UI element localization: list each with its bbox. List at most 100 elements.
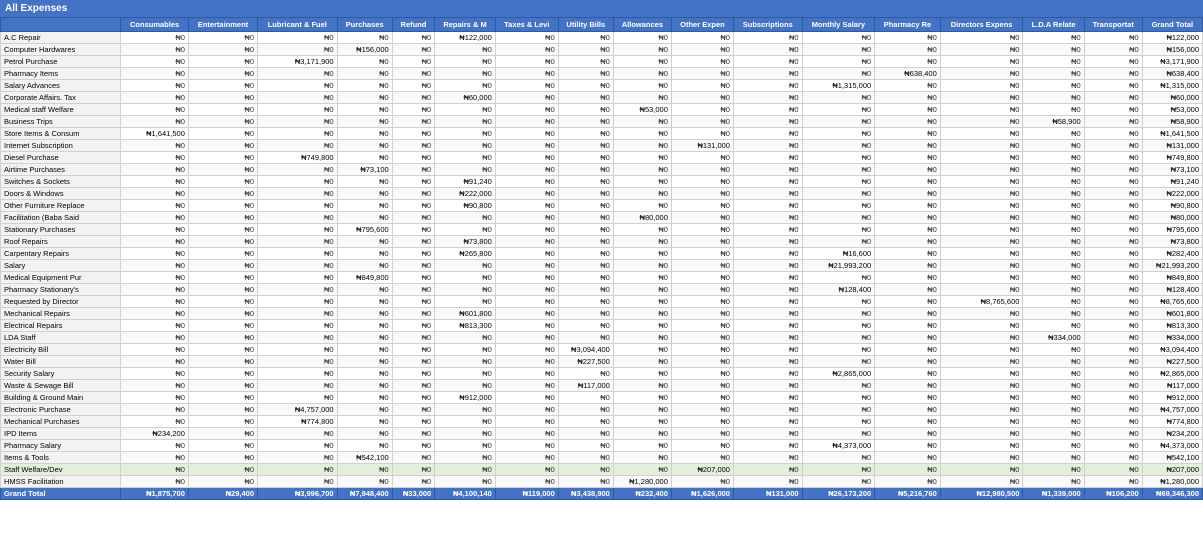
cell-value: ₦222,000 xyxy=(1142,188,1202,200)
row-label: Security Salary xyxy=(1,368,121,380)
cell-value: ₦0 xyxy=(258,128,338,140)
cell-value: ₦0 xyxy=(940,260,1023,272)
cell-value: ₦0 xyxy=(337,32,392,44)
cell-value: ₦0 xyxy=(392,284,435,296)
cell-value: ₦0 xyxy=(337,212,392,224)
cell-value: ₦0 xyxy=(613,128,671,140)
cell-value: ₦0 xyxy=(258,260,338,272)
cell-value: ₦0 xyxy=(671,440,733,452)
cell-value: ₦0 xyxy=(337,464,392,476)
cell-value: ₦0 xyxy=(558,416,613,428)
cell-value: ₦1,315,000 xyxy=(802,80,875,92)
cell-value: ₦0 xyxy=(188,200,257,212)
cell-value: ₦0 xyxy=(613,344,671,356)
table-row: Pharmacy Items₦0₦0₦0₦0₦0₦0₦0₦0₦0₦0₦0₦0₦6… xyxy=(1,68,1203,80)
cell-value: ₦0 xyxy=(337,140,392,152)
cell-value: ₦0 xyxy=(875,212,941,224)
col-header-label xyxy=(1,18,121,32)
cell-value: ₦601,800 xyxy=(1142,308,1202,320)
cell-value: ₦222,000 xyxy=(435,188,496,200)
row-label: Pharmacy Stationary's xyxy=(1,284,121,296)
cell-value: ₦58,900 xyxy=(1142,116,1202,128)
cell-value: ₦0 xyxy=(337,368,392,380)
cell-value: ₦0 xyxy=(188,344,257,356)
cell-value: ₦0 xyxy=(121,392,189,404)
cell-value: ₦813,300 xyxy=(435,320,496,332)
cell-value: ₦0 xyxy=(733,176,802,188)
cell-value: ₦0 xyxy=(392,44,435,56)
row-label: LDA Staff xyxy=(1,332,121,344)
cell-value: ₦0 xyxy=(940,212,1023,224)
cell-value: ₦0 xyxy=(1023,176,1084,188)
cell-value: ₦0 xyxy=(121,308,189,320)
cell-value: ₦0 xyxy=(188,440,257,452)
cell-value: ₦0 xyxy=(495,344,558,356)
grand-total-cell: ₦26,173,200 xyxy=(802,488,875,500)
cell-value: ₦0 xyxy=(258,248,338,260)
cell-value: ₦0 xyxy=(435,344,496,356)
cell-value: ₦0 xyxy=(1023,152,1084,164)
cell-value: ₦90,800 xyxy=(435,200,496,212)
cell-value: ₦0 xyxy=(733,452,802,464)
cell-value: ₦0 xyxy=(1023,80,1084,92)
cell-value: ₦0 xyxy=(337,188,392,200)
cell-value: ₦0 xyxy=(671,320,733,332)
cell-value: ₦0 xyxy=(258,476,338,488)
cell-value: ₦0 xyxy=(875,440,941,452)
cell-value: ₦0 xyxy=(495,416,558,428)
table-row: Electricity Bill₦0₦0₦0₦0₦0₦0₦0₦3,094,400… xyxy=(1,344,1203,356)
cell-value: ₦0 xyxy=(671,92,733,104)
cell-value: ₦0 xyxy=(337,248,392,260)
cell-value: ₦0 xyxy=(613,32,671,44)
cell-value: ₦0 xyxy=(802,212,875,224)
cell-value: ₦0 xyxy=(121,56,189,68)
table-row: Electronic Purchase₦0₦0₦4,757,000₦0₦0₦0₦… xyxy=(1,404,1203,416)
cell-value: ₦0 xyxy=(258,368,338,380)
cell-value: ₦0 xyxy=(495,92,558,104)
cell-value: ₦0 xyxy=(1084,200,1142,212)
cell-value: ₦0 xyxy=(940,392,1023,404)
cell-value: ₦0 xyxy=(392,104,435,116)
cell-value: ₦0 xyxy=(875,164,941,176)
row-label: Carpentary Repairs xyxy=(1,248,121,260)
table-row: Water Bill₦0₦0₦0₦0₦0₦0₦0₦227,500₦0₦0₦0₦0… xyxy=(1,356,1203,368)
col-header-transport: Transportat xyxy=(1084,18,1142,32)
cell-value: ₦0 xyxy=(558,164,613,176)
row-label: Business Trips xyxy=(1,116,121,128)
cell-value: ₦0 xyxy=(875,404,941,416)
cell-value: ₦0 xyxy=(435,152,496,164)
cell-value: ₦0 xyxy=(495,164,558,176)
cell-value: ₦0 xyxy=(121,404,189,416)
cell-value: ₦0 xyxy=(188,476,257,488)
cell-value: ₦0 xyxy=(188,116,257,128)
cell-value: ₦0 xyxy=(802,128,875,140)
cell-value: ₦0 xyxy=(1023,428,1084,440)
cell-value: ₦0 xyxy=(392,200,435,212)
cell-value: ₦0 xyxy=(1023,464,1084,476)
cell-value: ₦0 xyxy=(671,116,733,128)
cell-value: ₦0 xyxy=(875,128,941,140)
cell-value: ₦0 xyxy=(258,308,338,320)
cell-value: ₦0 xyxy=(392,464,435,476)
cell-value: ₦0 xyxy=(392,260,435,272)
cell-value: ₦0 xyxy=(392,308,435,320)
cell-value: ₦912,000 xyxy=(1142,392,1202,404)
row-label: IPD Items xyxy=(1,428,121,440)
cell-value: ₦0 xyxy=(1023,260,1084,272)
cell-value: ₦0 xyxy=(188,212,257,224)
cell-value: ₦0 xyxy=(875,356,941,368)
cell-value: ₦0 xyxy=(733,260,802,272)
cell-value: ₦0 xyxy=(671,44,733,56)
cell-value: ₦0 xyxy=(802,404,875,416)
cell-value: ₦0 xyxy=(802,464,875,476)
cell-value: ₦0 xyxy=(733,164,802,176)
cell-value: ₦0 xyxy=(258,104,338,116)
row-label: Salary xyxy=(1,260,121,272)
cell-value: ₦0 xyxy=(337,176,392,188)
cell-value: ₦0 xyxy=(558,452,613,464)
cell-value: ₦0 xyxy=(495,284,558,296)
cell-value: ₦0 xyxy=(258,92,338,104)
cell-value: ₦0 xyxy=(733,104,802,116)
cell-value: ₦0 xyxy=(940,236,1023,248)
col-header-lda: L.D.A Relate xyxy=(1023,18,1084,32)
